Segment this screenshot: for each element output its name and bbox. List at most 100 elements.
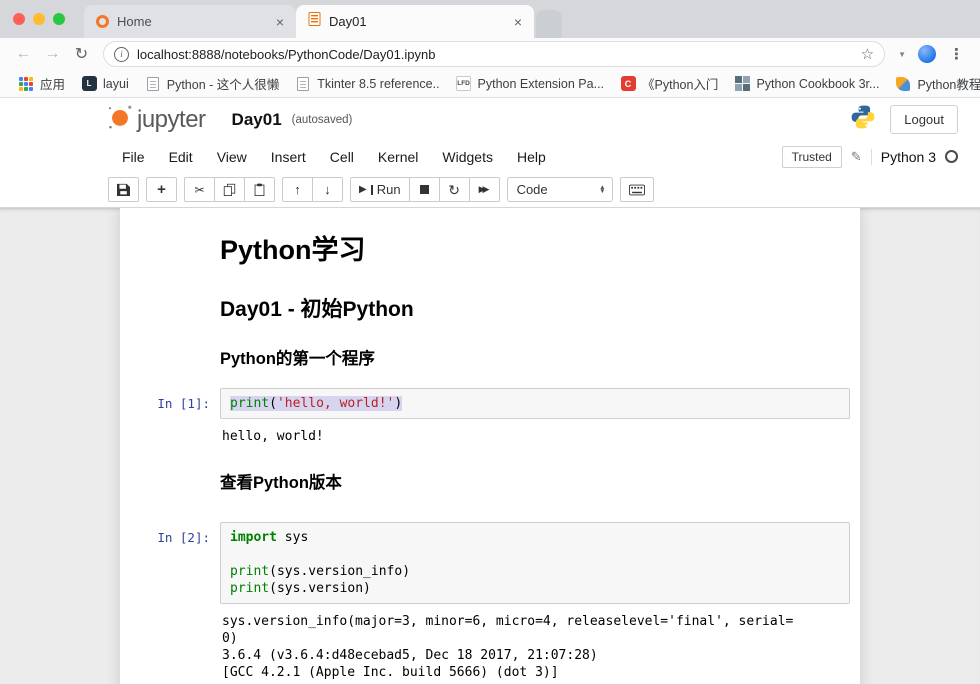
menu-kernel[interactable]: Kernel: [366, 146, 430, 168]
bookmark-python-intro[interactable]: C 《Python入门: [612, 71, 726, 96]
markdown-cell-first-program[interactable]: Python的第一个程序: [120, 329, 860, 375]
c-red-favicon: C: [620, 76, 636, 92]
bookmark-label: Python Extension Pa...: [478, 77, 604, 91]
checkpoint-status: (autosaved): [292, 114, 353, 126]
doc-favicon: [295, 76, 311, 92]
output-text: sys.version_info(major=3, minor=6, micro…: [220, 613, 850, 630]
url-text[interactable]: localhost:8888/notebooks/PythonCode/Day0…: [137, 47, 853, 62]
token-plain: (sys.version): [269, 581, 371, 596]
tab-home[interactable]: Home ×: [84, 5, 296, 38]
token-plain: sys: [277, 530, 308, 545]
cell-type-select[interactable]: Code ▲▼: [507, 177, 613, 202]
bookmark-python-extensions[interactable]: LFD Python Extension Pa...: [448, 73, 612, 95]
minimize-window-button[interactable]: [33, 13, 45, 25]
bookmark-python-tutorial[interactable]: Python教程: [887, 71, 980, 96]
token-builtin: print: [230, 581, 269, 596]
save-button[interactable]: [108, 177, 139, 202]
code-input[interactable]: print('hello, world!'): [220, 388, 850, 419]
jupyter-logo-icon: [106, 103, 134, 136]
bookmark-python-blog[interactable]: Python - 这个人很懒: [137, 71, 288, 96]
menu-insert[interactable]: Insert: [259, 146, 318, 168]
prompt-spacer: [120, 453, 220, 497]
feather-favicon: [895, 76, 911, 92]
markdown-cell-title[interactable]: Python学习: [120, 222, 860, 275]
token-string: 'hello, world!': [277, 396, 394, 411]
back-icon[interactable]: ←: [10, 41, 37, 68]
dropdown-arrow-icon[interactable]: ▼: [893, 50, 911, 59]
move-cell-down-button[interactable]: ↓: [312, 177, 343, 202]
trusted-button[interactable]: Trusted: [782, 146, 842, 168]
menu-widgets[interactable]: Widgets: [430, 146, 505, 168]
window-controls: [13, 13, 65, 25]
jupyter-menubar: File Edit View Insert Cell Kernel Widget…: [0, 141, 980, 172]
heading-1: Python学习: [220, 228, 850, 267]
restart-icon: ↻: [448, 183, 460, 197]
bookmark-label: 《Python入门: [642, 74, 718, 93]
jupyter-favicon: [96, 15, 109, 28]
markdown-cell-version[interactable]: 查看Python版本: [120, 451, 860, 499]
zoom-window-button[interactable]: [53, 13, 65, 25]
add-cell-button[interactable]: +: [146, 177, 177, 202]
output-prompt: [120, 613, 220, 681]
output-prompt: [120, 428, 220, 445]
restart-kernel-button[interactable]: ↻: [439, 177, 470, 202]
forward-icon[interactable]: →: [39, 41, 66, 68]
notebook-title[interactable]: Day01: [232, 110, 282, 130]
menu-file[interactable]: File: [110, 146, 157, 168]
prompt-spacer: [120, 224, 220, 273]
kernel-name: Python 3: [881, 149, 936, 165]
grid-favicon: [734, 76, 750, 92]
bookmark-apps[interactable]: 应用: [10, 71, 73, 96]
menu-help[interactable]: Help: [505, 146, 558, 168]
bookmark-tkinter[interactable]: Tkinter 8.5 reference..: [287, 73, 447, 95]
omnibox[interactable]: i localhost:8888/notebooks/PythonCode/Da…: [103, 41, 885, 67]
bookmark-layui[interactable]: L layui: [73, 73, 137, 95]
header-right: Logout: [850, 104, 958, 135]
profile-avatar-icon[interactable]: [918, 45, 936, 63]
page-info-icon[interactable]: i: [114, 47, 129, 62]
close-window-button[interactable]: [13, 13, 25, 25]
keyboard-icon: [629, 184, 645, 196]
notebook-container: Python学习 Day01 - 初始Python Python的第一个程序 I…: [120, 208, 860, 684]
bookmark-label: layui: [103, 77, 129, 91]
edit-title-pencil-icon[interactable]: ✎: [851, 149, 862, 165]
output-text: hello, world!: [220, 428, 850, 445]
jupyter-logo[interactable]: jupyter: [106, 103, 206, 136]
new-tab-button[interactable]: [536, 10, 562, 38]
select-stepper-icon: ▲▼: [589, 186, 605, 194]
close-tab-icon[interactable]: ×: [274, 13, 286, 31]
output-text: [GCC 4.2.1 (Apple Inc. build 5666) (dot …: [220, 664, 850, 681]
jupyter-toolbar: + ✂ ↑ ↓ ▶Run ↻ ▶▶ Code ▲▼: [0, 172, 980, 208]
token-keyword: import: [230, 530, 277, 545]
bookmark-label: 应用: [40, 74, 65, 93]
output-area-1: hello, world!: [120, 424, 860, 451]
code-cell-2[interactable]: In [2]: import sys print(sys.version_inf…: [120, 517, 860, 609]
copy-cell-button[interactable]: [214, 177, 245, 202]
bookmark-star-icon[interactable]: ☆: [861, 45, 874, 63]
run-cell-button[interactable]: ▶Run: [350, 177, 410, 202]
markdown-cell-day01[interactable]: Day01 - 初始Python: [120, 275, 860, 329]
interrupt-kernel-button[interactable]: [409, 177, 440, 202]
menu-cell[interactable]: Cell: [318, 146, 366, 168]
token-punct: (: [269, 396, 277, 411]
code-cell-1[interactable]: In [1]: print('hello, world!'): [120, 383, 860, 424]
cut-cell-button[interactable]: ✂: [184, 177, 215, 202]
command-palette-button[interactable]: [620, 177, 654, 202]
code-input[interactable]: import sys print(sys.version_info) print…: [220, 522, 850, 604]
browser-window: Home × Day01 × ← → ↻ i localhost:8888/no…: [0, 0, 980, 684]
reload-icon[interactable]: ↻: [68, 41, 95, 68]
notebook-scroll-area[interactable]: Python学习 Day01 - 初始Python Python的第一个程序 I…: [0, 208, 980, 684]
browser-menu-icon[interactable]: ⋮: [943, 45, 970, 63]
logout-button[interactable]: Logout: [890, 105, 958, 134]
tab-strip: Home × Day01 ×: [0, 0, 980, 38]
play-icon: ▶: [359, 185, 367, 195]
tab-day01[interactable]: Day01 ×: [296, 5, 534, 38]
paste-cell-button[interactable]: [244, 177, 275, 202]
bookmark-cookbook[interactable]: Python Cookbook 3r...: [726, 73, 887, 95]
close-tab-icon[interactable]: ×: [512, 13, 524, 31]
menu-edit[interactable]: Edit: [157, 146, 205, 168]
menu-view[interactable]: View: [205, 146, 259, 168]
move-cell-up-button[interactable]: ↑: [282, 177, 313, 202]
tab-label: Day01: [329, 14, 504, 29]
restart-run-all-button[interactable]: ▶▶: [469, 177, 500, 202]
